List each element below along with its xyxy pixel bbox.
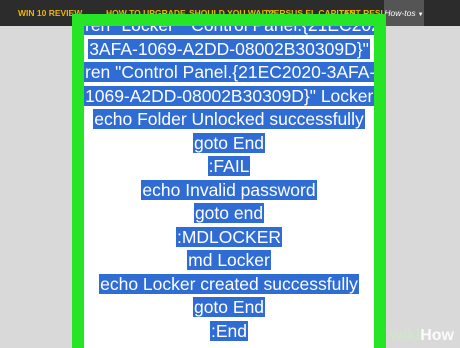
- code-line: echo Invalid password: [141, 179, 317, 200]
- code-line: md Locker: [187, 250, 271, 270]
- code-document: ren "Locker" "Control Panel.{21EC2020- 3…: [84, 26, 374, 348]
- nav-how-tos-dropdown[interactable]: How-tos ▼: [384, 0, 424, 26]
- code-line: 1069-A2DD-08002B30309D}" Locker: [84, 85, 374, 106]
- code-line: ren "Locker" "Control Panel.{21EC2020-: [84, 26, 374, 38]
- code-line: :FAIL: [207, 156, 251, 176]
- wikihow-watermark: wikiHow: [389, 327, 454, 344]
- chevron-down-icon: ▼: [417, 12, 424, 18]
- code-line: echo Folder Unlocked successfully: [93, 109, 365, 129]
- code-line: echo Locker created successfully: [99, 273, 359, 294]
- code-line: goto End: [192, 132, 266, 153]
- code-line: ren "Control Panel.{21EC2020-3AFA-: [84, 61, 374, 85]
- code-line: :End: [210, 320, 248, 341]
- code-line: :MDLOCKER: [175, 226, 283, 247]
- nav-how-tos-label: How-tos: [384, 8, 416, 18]
- code-lines: ren "Locker" "Control Panel.{21EC2020- 3…: [84, 26, 374, 343]
- code-line: goto end: [193, 203, 265, 223]
- code-line: goto End: [192, 297, 266, 317]
- code-line: 3AFA-1069-A2DD-08002B30309D}": [88, 38, 370, 59]
